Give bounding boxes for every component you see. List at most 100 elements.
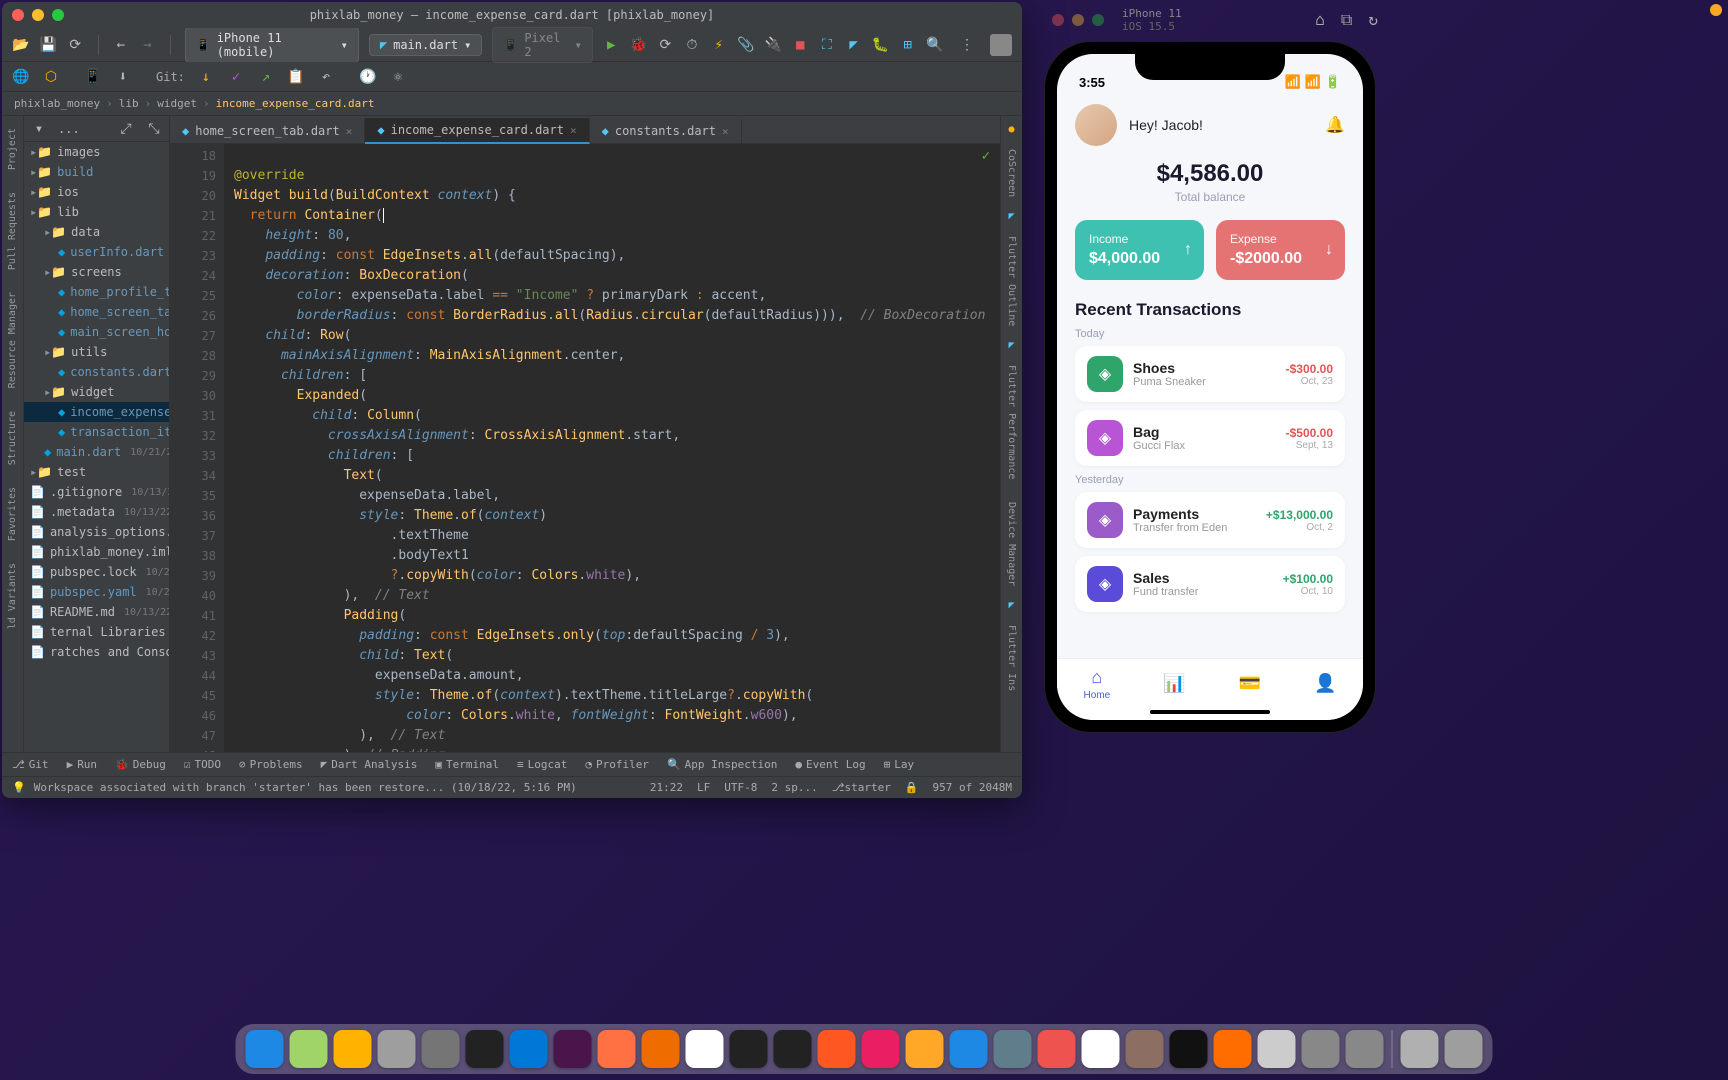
window-close-button[interactable]: [1052, 14, 1064, 26]
tool-tab-project[interactable]: Project: [7, 128, 18, 170]
window-maximize-button[interactable]: [1092, 14, 1104, 26]
indent[interactable]: 2 sp...: [771, 781, 817, 794]
tree-node[interactable]: ◆income_expense_: [24, 402, 169, 422]
dock-app[interactable]: [1346, 1030, 1384, 1068]
window-close-button[interactable]: [12, 9, 24, 21]
notifications-icon[interactable]: 🔔: [1325, 115, 1345, 135]
collapse-icon[interactable]: ⤡: [145, 120, 163, 138]
hot-reload-icon[interactable]: ⚡: [710, 36, 727, 54]
tool-run[interactable]: ▶ Run: [67, 758, 98, 771]
git-rollback-icon[interactable]: ↶: [317, 68, 335, 86]
gear-icon[interactable]: ⚛: [389, 68, 407, 86]
tree-node[interactable]: ◆main.dart10/21/2: [24, 442, 169, 462]
transaction-item[interactable]: ◈BagGucci Flax-$500.00Sept, 13: [1075, 410, 1345, 466]
tool-debug[interactable]: 🐞 Debug: [115, 758, 166, 771]
tree-node[interactable]: ▸📁build: [24, 162, 169, 182]
tree-node[interactable]: ◆userInfo.dart: [24, 242, 169, 262]
dock-app[interactable]: [1126, 1030, 1164, 1068]
dock-app[interactable]: [906, 1030, 944, 1068]
git-commit-icon[interactable]: ✓: [227, 68, 245, 86]
tool-problems[interactable]: ⊘ Problems: [239, 758, 303, 771]
dock-app[interactable]: [1214, 1030, 1252, 1068]
screenshot-icon[interactable]: ⧉: [1341, 10, 1352, 30]
menubar-notification-icon[interactable]: [1710, 4, 1722, 16]
git-history-icon[interactable]: 📋: [287, 68, 305, 86]
editor-tab[interactable]: ◆ income_expense_card.dart ×: [365, 118, 589, 144]
stop-icon[interactable]: ■: [792, 36, 809, 54]
pixel2-selector[interactable]: 📱 Pixel 2 ▾: [492, 27, 593, 63]
clock-icon[interactable]: 🕐: [359, 68, 377, 86]
tree-node[interactable]: ◆home_screen_tab: [24, 302, 169, 322]
dock-app[interactable]: [818, 1030, 856, 1068]
git-update-icon[interactable]: ↓: [197, 68, 215, 86]
transaction-item[interactable]: ◈PaymentsTransfer from Eden+$13,000.00Oc…: [1075, 492, 1345, 548]
dock-app[interactable]: [378, 1030, 416, 1068]
cursor-position[interactable]: 21:22: [650, 781, 683, 794]
editor-tab[interactable]: ◆ home_screen_tab.dart ×: [170, 119, 365, 143]
expense-card[interactable]: Expense -$2000.00 ↓: [1216, 220, 1345, 280]
tree-node[interactable]: ◆transaction_ite: [24, 422, 169, 442]
tool-tab-structure[interactable]: Structure: [7, 411, 18, 465]
tree-node[interactable]: ◆constants.dart: [24, 362, 169, 382]
lock-icon[interactable]: 🔒: [905, 781, 919, 794]
device-selector[interactable]: 📱 iPhone 11 (mobile) ▾: [185, 27, 359, 63]
coscreen-icon[interactable]: ●: [1008, 124, 1014, 135]
tool-dart-analysis[interactable]: ◤ Dart Analysis: [321, 758, 418, 771]
dock-app[interactable]: [598, 1030, 636, 1068]
project-dropdown-icon[interactable]: ▾: [30, 120, 48, 138]
git-branch[interactable]: ⎇starter: [832, 781, 891, 794]
tree-node[interactable]: ▸📁images: [24, 142, 169, 162]
devtools-icon[interactable]: ⊞: [899, 36, 916, 54]
back-icon[interactable]: ←: [112, 36, 129, 54]
project-explorer[interactable]: ▾ ... ⤢ ⤡ ▸📁images▸📁build▸📁ios▸📁lib▸📁dat…: [24, 116, 170, 752]
tool-tab-resource-manager[interactable]: Resource Manager: [7, 292, 18, 388]
breadcrumb[interactable]: phixlab_money › lib › widget › income_ex…: [2, 92, 1022, 116]
tree-node[interactable]: 📄ratches and Consoles: [24, 642, 169, 662]
breadcrumb-segment[interactable]: phixlab_money: [14, 97, 100, 110]
sync-icon[interactable]: ⟳: [67, 36, 84, 54]
dock-trash[interactable]: [1445, 1030, 1483, 1068]
breadcrumb-file[interactable]: income_expense_card.dart: [216, 97, 375, 110]
tool-tab-flutter-inspector[interactable]: Flutter Ins: [1006, 625, 1017, 691]
tool-git[interactable]: ⎇ Git: [12, 758, 49, 771]
window-minimize-button[interactable]: [1072, 14, 1084, 26]
nav-chart[interactable]: 📊: [1163, 673, 1185, 694]
rotate-icon[interactable]: ↻: [1368, 10, 1378, 30]
tree-node[interactable]: ▸📁test: [24, 462, 169, 482]
tool-profiler[interactable]: ◔ Profiler: [585, 758, 649, 771]
tool-terminal[interactable]: ▣ Terminal: [435, 758, 499, 771]
dock-app[interactable]: [334, 1030, 372, 1068]
tree-node[interactable]: 📄pubspec.lock10/21/2: [24, 562, 169, 582]
transaction-item[interactable]: ◈SalesFund transfer+$100.00Oct, 10: [1075, 556, 1345, 612]
tree-node[interactable]: ▸📁data: [24, 222, 169, 242]
dock-app[interactable]: [422, 1030, 460, 1068]
memory-indicator[interactable]: 957 of 2048M: [933, 781, 1012, 794]
home-icon[interactable]: ⌂: [1315, 10, 1325, 30]
dock-app[interactable]: [686, 1030, 724, 1068]
tree-node[interactable]: ▸📁utils: [24, 342, 169, 362]
tool-tab-flutter-outline[interactable]: Flutter Outline: [1006, 236, 1017, 326]
search-icon[interactable]: 🔍: [926, 36, 944, 54]
tool-tab-device-manager[interactable]: Device Manager: [1006, 502, 1017, 586]
flutter-inspector-icon[interactable]: ⛶: [819, 36, 836, 54]
save-icon[interactable]: 💾: [39, 36, 56, 54]
editor-tab[interactable]: ◆ constants.dart ×: [590, 119, 742, 143]
dock-app[interactable]: [554, 1030, 592, 1068]
tool-tab-coscreen[interactable]: CoScreen: [1006, 149, 1017, 197]
tree-node[interactable]: ◆home_profile_ta: [24, 282, 169, 302]
tree-node[interactable]: ▸📁ios: [24, 182, 169, 202]
dock-downloads[interactable]: [1401, 1030, 1439, 1068]
expand-icon[interactable]: ⤢: [117, 120, 135, 138]
code-area[interactable]: @override Widget build(BuildContext cont…: [224, 144, 1000, 752]
tool-tab-build-variants[interactable]: ld Variants: [7, 563, 18, 629]
window-maximize-button[interactable]: [52, 9, 64, 21]
dock-app[interactable]: [246, 1030, 284, 1068]
dock-app[interactable]: [862, 1030, 900, 1068]
tree-node[interactable]: ▸📁lib: [24, 202, 169, 222]
user-avatar[interactable]: [1075, 104, 1117, 146]
tool-layout[interactable]: ⊞ Lay: [884, 758, 915, 771]
tool-todo[interactable]: ☑ TODO: [184, 758, 221, 771]
tool-tab-pull-requests[interactable]: Pull Requests: [7, 192, 18, 270]
close-icon[interactable]: ×: [722, 125, 729, 138]
dock-app[interactable]: [950, 1030, 988, 1068]
